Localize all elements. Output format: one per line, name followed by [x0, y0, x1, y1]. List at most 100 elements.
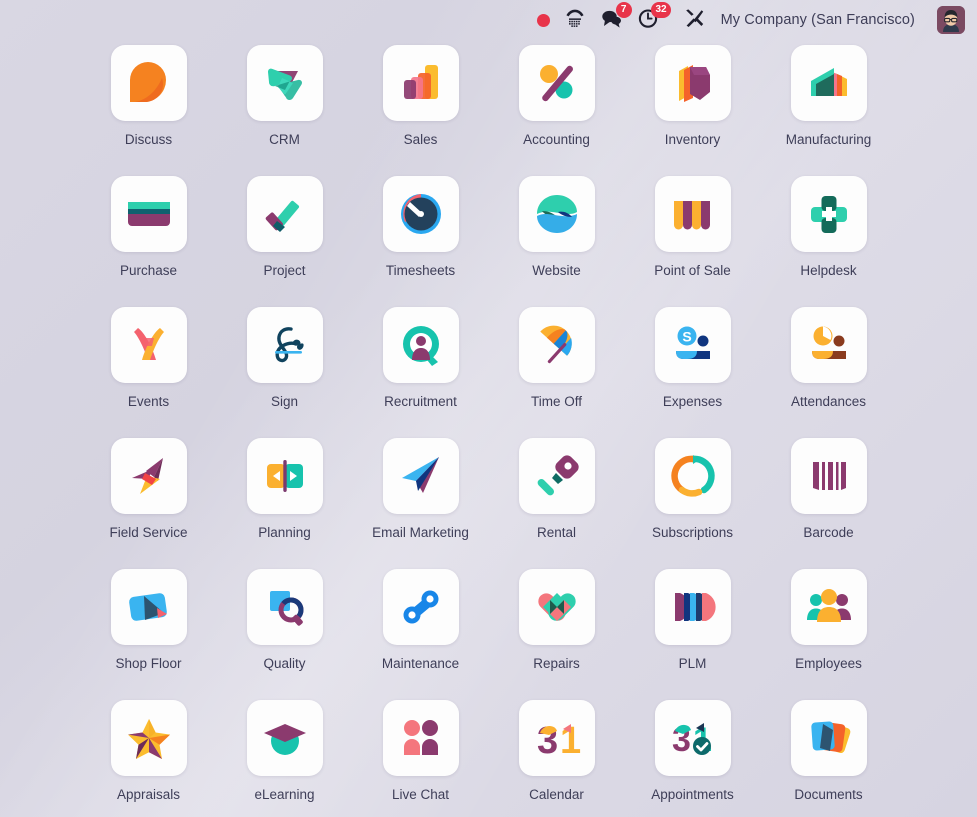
manufacturing-icon [790, 45, 867, 121]
point-of-sale-icon [654, 176, 731, 252]
app-tile-project[interactable]: Project [217, 176, 353, 290]
app-tile-rental[interactable]: Rental [489, 438, 625, 552]
app-tile-maintenance[interactable]: Maintenance [353, 569, 489, 683]
app-tile-sales[interactable]: Sales [353, 45, 489, 159]
app-label: Appointments [651, 787, 734, 802]
activities-counter-badge: 32 [651, 2, 671, 18]
debug-menu[interactable] [683, 0, 705, 40]
app-tile-appointments[interactable]: 3 1 Appointments [625, 700, 761, 814]
email-marketing-icon [382, 438, 459, 514]
app-tile-discuss[interactable]: Discuss [81, 45, 217, 159]
app-label: Sales [403, 132, 438, 147]
crm-icon [246, 45, 323, 121]
app-label: eLearning [254, 787, 315, 802]
app-tile-live-chat[interactable]: Live Chat [353, 700, 489, 814]
app-label: Point of Sale [654, 263, 731, 278]
rental-icon [518, 438, 595, 514]
apps-grid: Discuss CRM Sales Accounting Inventory M… [0, 40, 977, 814]
app-tile-subscriptions[interactable]: Subscriptions [625, 438, 761, 552]
voip-button[interactable] [564, 0, 586, 40]
app-tile-crm[interactable]: CRM [217, 45, 353, 159]
app-label: Attendances [790, 394, 867, 409]
app-label: Calendar [529, 787, 584, 802]
app-tile-website[interactable]: Website [489, 176, 625, 290]
app-label: Sign [270, 394, 299, 409]
app-tile-expenses[interactable]: S Expenses [625, 307, 761, 421]
app-label: Discuss [124, 132, 173, 147]
employees-icon [790, 569, 867, 645]
app-tile-field-service[interactable]: Field Service [81, 438, 217, 552]
app-tile-shop-floor[interactable]: Shop Floor [81, 569, 217, 683]
app-label: Purchase [119, 263, 178, 278]
app-label: Subscriptions [651, 525, 734, 540]
app-label: Accounting [523, 132, 590, 147]
repairs-icon [518, 569, 595, 645]
appraisals-icon [110, 700, 187, 776]
app-label: Planning [258, 525, 311, 540]
app-tile-attendances[interactable]: Attendances [761, 307, 897, 421]
app-tile-point-of-sale[interactable]: Point of Sale [625, 176, 761, 290]
user-menu[interactable] [929, 0, 965, 40]
app-tile-events[interactable]: Events [81, 307, 217, 421]
app-label: Inventory [664, 132, 721, 147]
app-tile-appraisals[interactable]: Appraisals [81, 700, 217, 814]
expenses-icon: S [654, 307, 731, 383]
barcode-icon [790, 438, 867, 514]
accounting-icon [518, 45, 595, 121]
app-tile-elearning[interactable]: eLearning [217, 700, 353, 814]
app-tile-inventory[interactable]: Inventory [625, 45, 761, 159]
app-tile-timesheets[interactable]: Timesheets [353, 176, 489, 290]
subscriptions-icon [654, 438, 731, 514]
shop-floor-icon [110, 569, 187, 645]
avatar [937, 6, 965, 34]
app-label: Recruitment [384, 394, 457, 409]
app-label: Shop Floor [115, 656, 182, 671]
app-tile-plm[interactable]: PLM [625, 569, 761, 683]
planning-icon [246, 438, 323, 514]
app-tile-email-marketing[interactable]: Email Marketing [353, 438, 489, 552]
recording-indicator[interactable] [536, 0, 550, 40]
app-tile-employees[interactable]: Employees [761, 569, 897, 683]
company-name-label: My Company (San Francisco) [720, 12, 915, 28]
recruitment-icon [382, 307, 459, 383]
app-label: Barcode [803, 525, 854, 540]
app-tile-planning[interactable]: Planning [217, 438, 353, 552]
timesheets-icon [382, 176, 459, 252]
appointments-icon: 3 1 [654, 700, 731, 776]
calendar-icon: 3 1 [518, 700, 595, 776]
app-label: CRM [269, 132, 300, 147]
app-label: Repairs [533, 656, 580, 671]
app-tile-time-off[interactable]: Time Off [489, 307, 625, 421]
app-label: Email Marketing [372, 525, 469, 540]
plm-icon [654, 569, 731, 645]
activities-menu[interactable]: 32 [637, 0, 671, 40]
app-tile-accounting[interactable]: Accounting [489, 45, 625, 159]
app-tile-documents[interactable]: Documents [761, 700, 897, 814]
field-service-icon [110, 438, 187, 514]
svg-text:S: S [682, 329, 691, 345]
app-label: Field Service [109, 525, 188, 540]
app-label: Timesheets [385, 263, 456, 278]
app-tile-sign[interactable]: Sign [217, 307, 353, 421]
app-tile-quality[interactable]: Quality [217, 569, 353, 683]
app-tile-barcode[interactable]: Barcode [761, 438, 897, 552]
app-tile-recruitment[interactable]: Recruitment [353, 307, 489, 421]
app-tile-manufacturing[interactable]: Manufacturing [761, 45, 897, 159]
app-tile-calendar[interactable]: 3 1 Calendar [489, 700, 625, 814]
sign-icon [246, 307, 323, 383]
app-tile-purchase[interactable]: Purchase [81, 176, 217, 290]
app-tile-helpdesk[interactable]: Helpdesk [761, 176, 897, 290]
app-label: Employees [795, 656, 862, 671]
company-switcher[interactable]: My Company (San Francisco) [719, 0, 915, 40]
time-off-icon [518, 307, 595, 383]
sales-icon [382, 45, 459, 121]
phone-icon [564, 8, 586, 33]
documents-icon [790, 700, 867, 776]
app-label: Live Chat [391, 787, 450, 802]
app-label: PLM [678, 656, 707, 671]
messages-menu[interactable]: 7 [600, 0, 632, 40]
systray: 7 32 My Company (San Francisco) [0, 0, 977, 40]
elearning-icon [246, 700, 323, 776]
app-label: Quality [263, 656, 306, 671]
app-tile-repairs[interactable]: Repairs [489, 569, 625, 683]
